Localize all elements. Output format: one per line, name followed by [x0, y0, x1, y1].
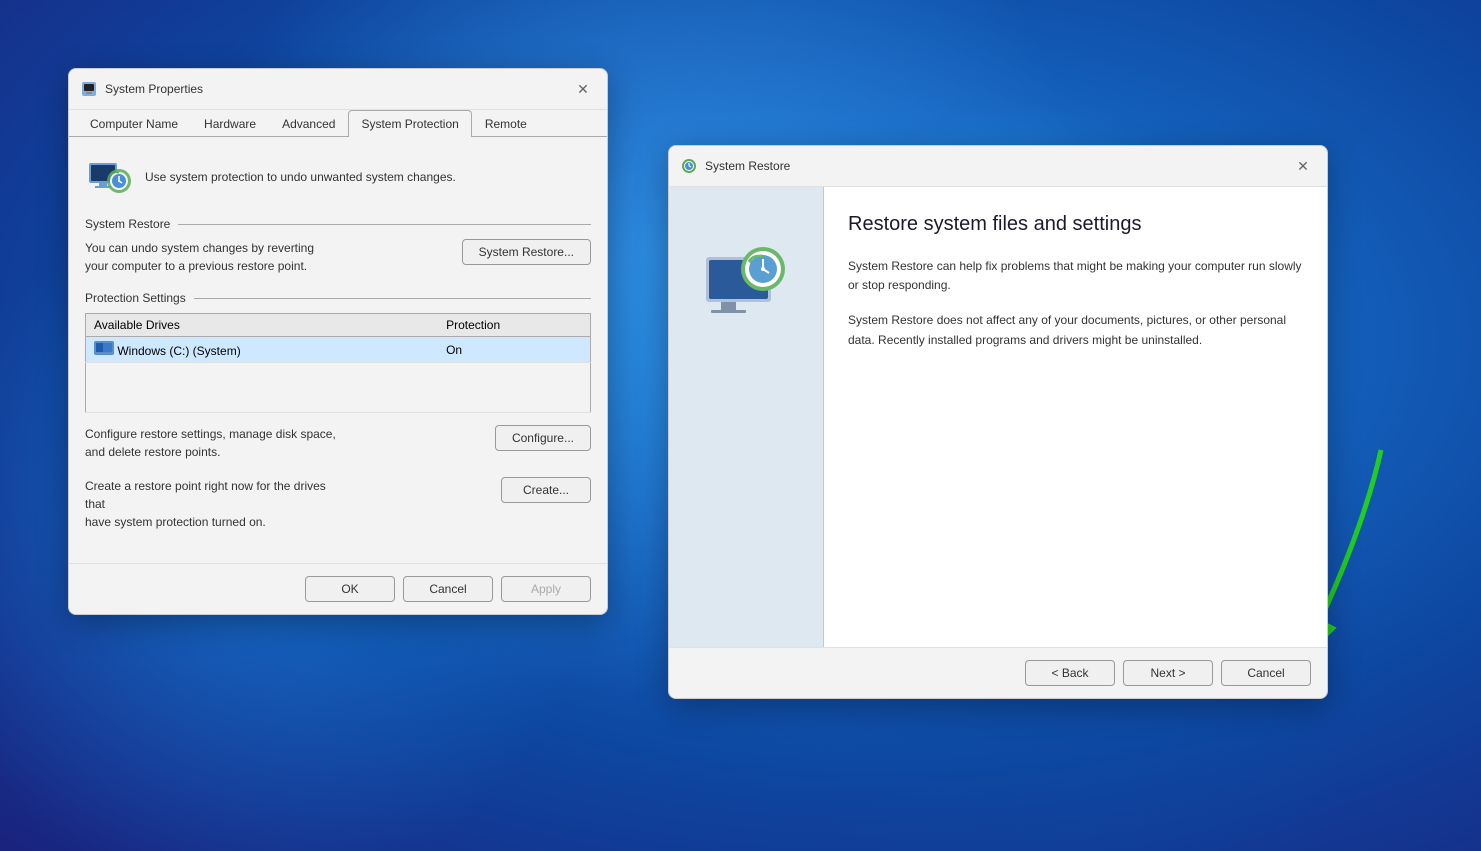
drive-name-cell: Windows (C:) (System) — [86, 337, 439, 363]
system-restore-label: System Restore — [85, 217, 170, 231]
table-row[interactable]: Windows (C:) (System) On — [86, 337, 591, 363]
title-left: System Properties — [81, 81, 203, 97]
system-properties-footer: OK Cancel Apply — [69, 563, 607, 614]
configure-button[interactable]: Configure... — [495, 425, 591, 451]
next-button[interactable]: Next > — [1123, 660, 1213, 686]
system-properties-title: System Properties — [105, 82, 203, 96]
restore-desc-2: System Restore does not affect any of yo… — [848, 311, 1303, 349]
section-divider-line-2 — [194, 298, 591, 299]
restore-left-panel — [669, 187, 824, 647]
system-restore-close-button[interactable]: ✕ — [1291, 154, 1315, 178]
system-properties-titlebar: System Properties ✕ — [69, 69, 607, 110]
restore-title-left: System Restore — [681, 158, 790, 174]
restore-cancel-button[interactable]: Cancel — [1221, 660, 1311, 686]
protection-settings-label: Protection Settings — [85, 291, 186, 305]
system-restore-title-icon — [681, 158, 697, 174]
shield-icon — [85, 153, 133, 201]
system-properties-close-button[interactable]: ✕ — [571, 77, 595, 101]
drives-table: Available Drives Protection — [85, 313, 591, 413]
configure-desc: Configure restore settings, manage disk … — [85, 425, 345, 461]
system-restore-dialog-title: System Restore — [705, 159, 790, 173]
protection-col-header: Protection — [438, 314, 590, 337]
restore-desc-1: System Restore can help fix problems tha… — [848, 257, 1303, 295]
system-protection-header: Use system protection to undo unwanted s… — [85, 153, 591, 201]
tab-advanced[interactable]: Advanced — [269, 110, 348, 137]
tab-hardware[interactable]: Hardware — [191, 110, 269, 137]
table-row-empty — [86, 363, 591, 413]
drives-col-header: Available Drives — [86, 314, 439, 337]
system-properties-tabs: Computer Name Hardware Advanced System P… — [69, 110, 607, 137]
cancel-button[interactable]: Cancel — [403, 576, 493, 602]
system-restore-button[interactable]: System Restore... — [462, 239, 591, 265]
tab-computer-name[interactable]: Computer Name — [77, 110, 191, 137]
restore-image-container — [691, 227, 801, 337]
drive-protection-cell: On — [438, 337, 590, 363]
tab-system-protection[interactable]: System Protection — [348, 110, 471, 137]
system-restore-dialog: System Restore ✕ — [668, 145, 1328, 699]
system-restore-body: Restore system files and settings System… — [669, 187, 1327, 647]
create-desc: Create a restore point right now for the… — [85, 477, 345, 531]
system-restore-desc: You can undo system changes by reverting… — [85, 239, 314, 275]
system-properties-window: System Properties ✕ Computer Name Hardwa… — [68, 68, 608, 615]
restore-right-panel: Restore system files and settings System… — [824, 187, 1327, 647]
system-restore-section-header: System Restore — [85, 217, 591, 231]
create-subsection: Create a restore point right now for the… — [85, 477, 591, 531]
restore-computer-icon — [691, 227, 801, 337]
system-properties-icon — [81, 81, 97, 97]
system-protection-desc: Use system protection to undo unwanted s… — [145, 169, 456, 186]
section-divider-line-1 — [178, 224, 591, 225]
apply-button[interactable]: Apply — [501, 576, 591, 602]
system-restore-dialog-footer: < Back Next > Cancel — [669, 647, 1327, 698]
ok-button[interactable]: OK — [305, 576, 395, 602]
protection-settings-section-header: Protection Settings — [85, 291, 591, 305]
tab-remote[interactable]: Remote — [472, 110, 540, 137]
back-button[interactable]: < Back — [1025, 660, 1115, 686]
drive-icon-row — [94, 341, 114, 355]
configure-subsection: Configure restore settings, manage disk … — [85, 425, 591, 461]
system-restore-titlebar: System Restore ✕ — [669, 146, 1327, 187]
configure-section: Configure restore settings, manage disk … — [85, 425, 591, 531]
restore-dialog-heading: Restore system files and settings — [848, 211, 1303, 237]
create-button[interactable]: Create... — [501, 477, 591, 503]
system-properties-content: Use system protection to undo unwanted s… — [69, 137, 607, 563]
system-restore-subsection: You can undo system changes by reverting… — [85, 239, 591, 275]
